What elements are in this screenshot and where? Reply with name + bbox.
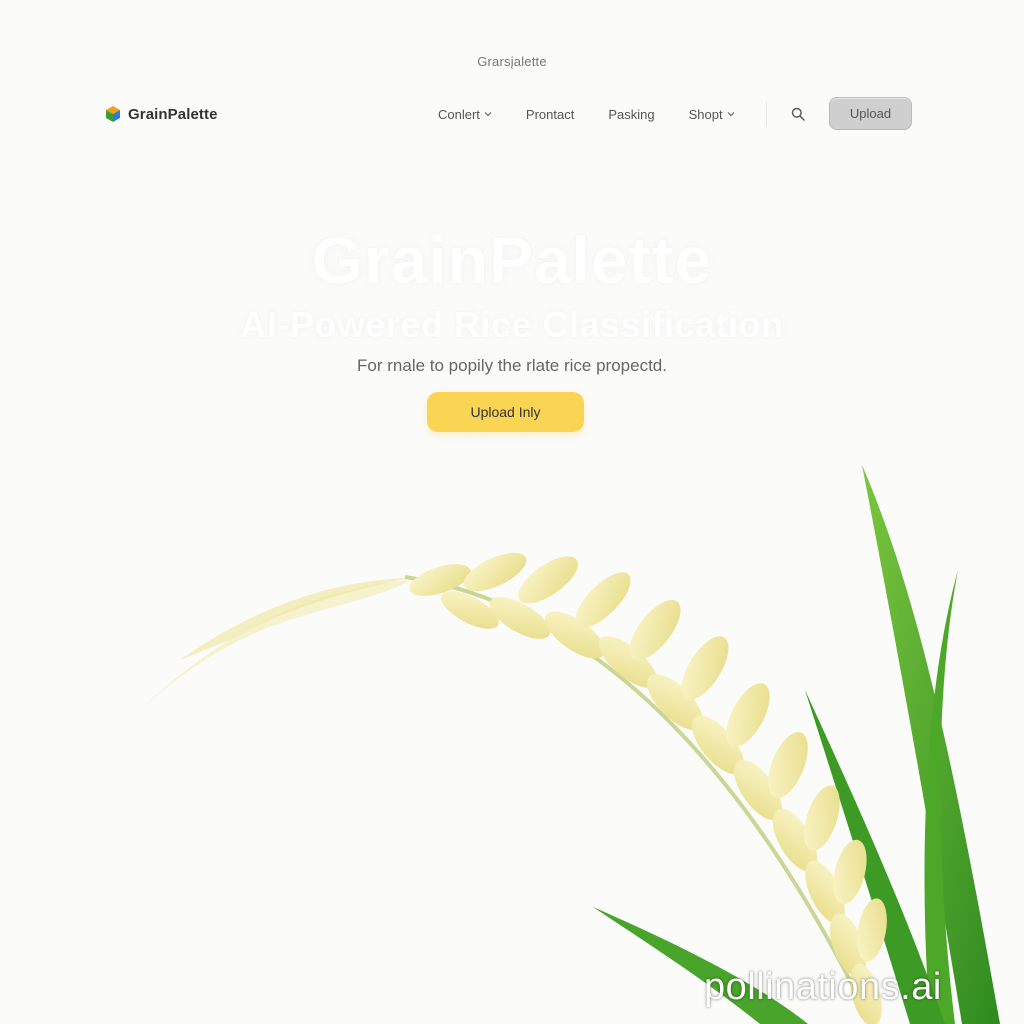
nav-item-shopt[interactable]: Shopt [689,107,735,122]
chevron-down-icon [727,112,735,117]
brand-link[interactable]: GrainPalette [104,105,218,123]
navbar: GrainPalette Conlert Prontact Pasking Sh… [104,96,914,132]
page-tagline: Grarsįalette [477,54,547,69]
nav-links: Conlert Prontact Pasking Shopt [438,96,735,132]
search-button[interactable] [788,104,808,124]
rice-panicle-illustration [130,465,1000,1024]
hero-subtitle: AI-Powered Rice Classification [240,304,784,345]
chevron-down-icon [484,112,492,117]
panicle-tail [130,580,410,720]
nav-divider [766,102,767,126]
nav-item-pasking[interactable]: Pasking [608,107,654,122]
watermark: pollinations.ai [704,966,942,1008]
nav-item-label: Pasking [608,106,655,122]
nav-item-label: Shopt [688,106,723,122]
panicle-grains [409,552,887,1024]
search-icon [791,107,805,121]
cube-logo-icon [106,106,120,122]
nav-item-label: Conlert [438,106,480,122]
upload-cta-button[interactable]: Upload Inly [427,392,584,432]
brand-name: GrainPalette [128,105,218,123]
hero-description: For rnale to popily the rlate rice prope… [357,356,667,375]
nav-item-label: Prontact [525,106,575,122]
nav-item-conlert[interactable]: Conlert [438,107,492,122]
hero-title: GrainPalette [311,223,713,297]
nav-item-prontact[interactable]: Prontact [526,107,574,122]
upload-button[interactable]: Upload [829,97,912,130]
